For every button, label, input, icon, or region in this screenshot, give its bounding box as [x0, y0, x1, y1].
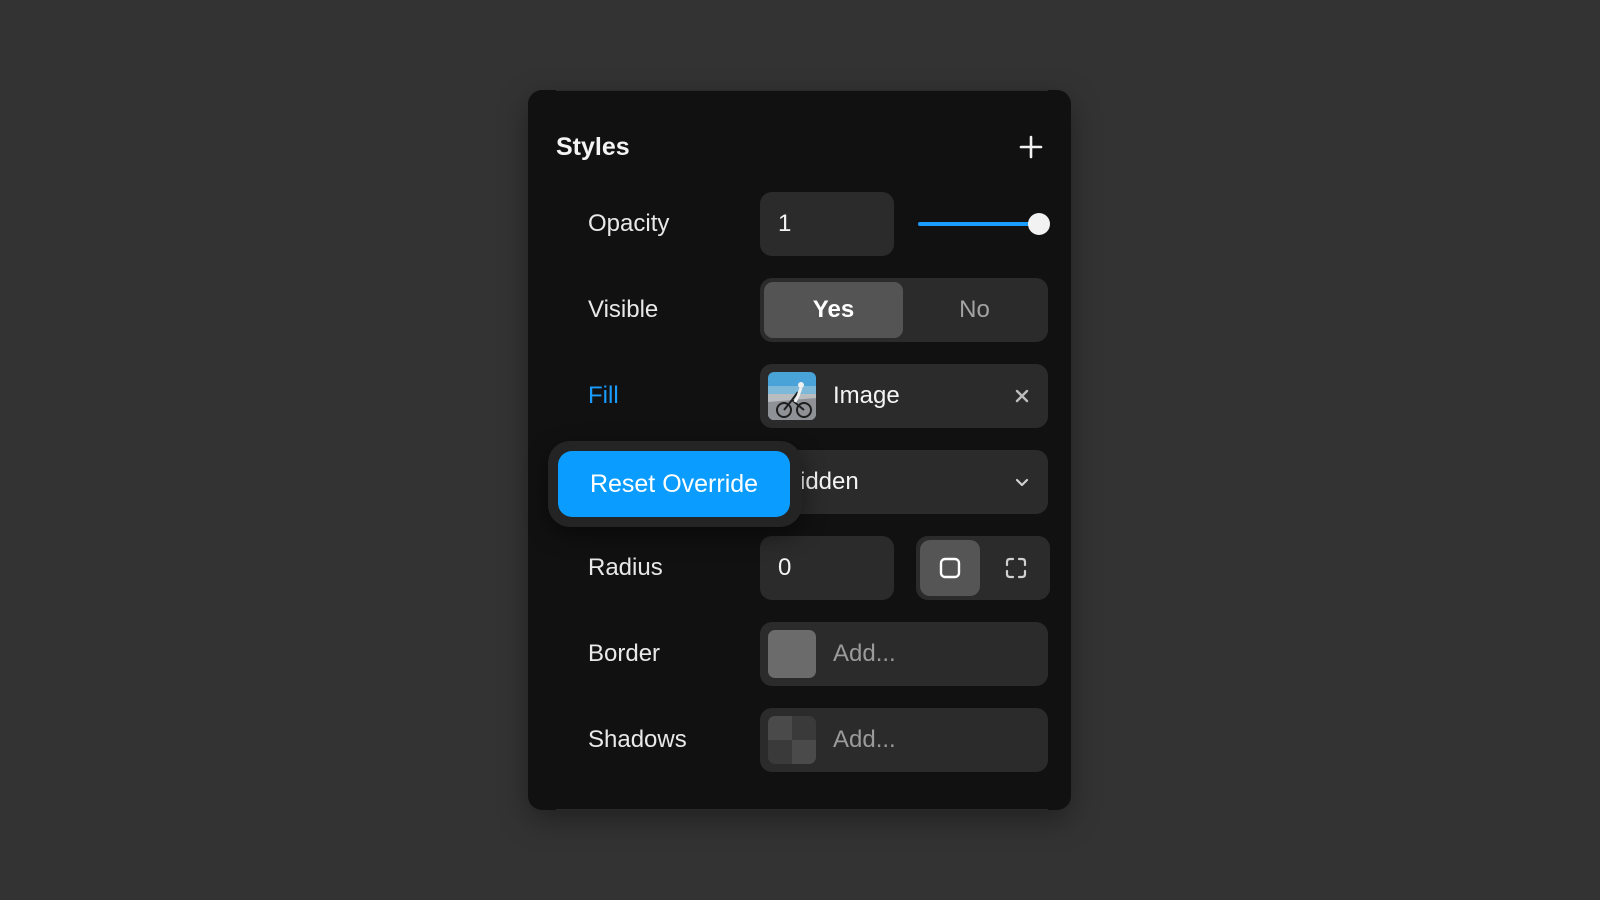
opacity-slider[interactable] [916, 212, 1050, 236]
shadow-swatch[interactable] [768, 716, 816, 764]
border-placeholder: Add... [833, 640, 896, 667]
reset-override-popover: Reset Override [548, 441, 802, 527]
fill-value: Image [833, 382, 900, 409]
radius-row: Radius 0 [528, 536, 1071, 600]
border-label: Border [588, 640, 661, 667]
reset-override-button[interactable]: Reset Override [558, 451, 790, 517]
shadows-row: Shadows Add... [528, 708, 1071, 772]
border-row: Border Add... [528, 622, 1071, 686]
visible-no-option[interactable]: No [905, 282, 1044, 338]
radius-mode-toggle [916, 536, 1050, 600]
slider-thumb[interactable] [1028, 213, 1050, 235]
fill-label[interactable]: Fill [588, 364, 619, 428]
plus-icon [1019, 135, 1043, 159]
close-icon[interactable] [1012, 386, 1032, 406]
border-field[interactable]: Add... [760, 622, 1048, 686]
add-style-button[interactable] [1014, 130, 1048, 164]
individual-corners-button[interactable] [986, 540, 1046, 596]
border-color-swatch[interactable] [768, 630, 816, 678]
overflow-value: idden [800, 468, 859, 495]
shadows-label: Shadows [588, 726, 687, 753]
slider-track [918, 222, 1040, 226]
fill-field[interactable]: Image [760, 364, 1048, 428]
all-corners-icon [939, 557, 961, 579]
all-corners-button[interactable] [920, 540, 980, 596]
opacity-label: Opacity [588, 210, 670, 237]
radius-label: Radius [588, 554, 663, 581]
radius-input[interactable]: 0 [760, 536, 894, 600]
visible-label: Visible [588, 296, 659, 323]
individual-corners-icon [1005, 557, 1027, 579]
shadows-placeholder: Add... [833, 726, 896, 753]
divider [556, 90, 1048, 91]
visible-row: Visible Yes No [528, 278, 1071, 342]
fill-image-thumbnail[interactable] [768, 372, 816, 420]
shadows-field[interactable]: Add... [760, 708, 1048, 772]
overflow-dropdown[interactable]: idden [760, 450, 1048, 514]
fill-row: Fill Image [528, 364, 1071, 428]
panel-header: Styles [556, 130, 1048, 164]
opacity-row: Opacity 1 [528, 192, 1071, 256]
radius-value: 0 [778, 554, 792, 581]
visible-segmented-control: Yes No [760, 278, 1048, 342]
chevron-down-icon [1015, 478, 1029, 487]
divider [556, 809, 1048, 810]
opacity-value: 1 [778, 210, 792, 237]
visible-yes-option[interactable]: Yes [764, 282, 903, 338]
opacity-input[interactable]: 1 [760, 192, 894, 256]
panel-title: Styles [556, 133, 630, 161]
